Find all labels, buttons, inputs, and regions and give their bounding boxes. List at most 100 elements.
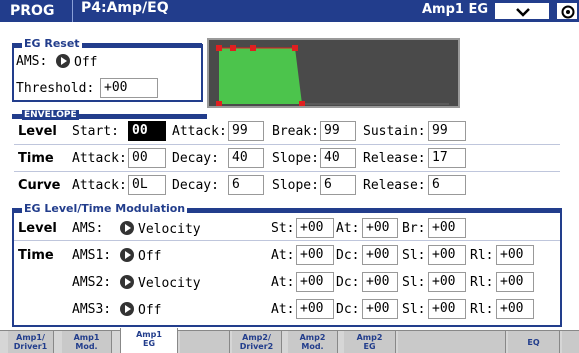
threshold-field[interactable]: +00 <box>100 78 158 98</box>
start-point <box>216 45 222 51</box>
tab-amp2-driver2[interactable]: Amp2/ Driver2 <box>232 331 282 353</box>
mod-level-row-label: Level <box>18 221 57 236</box>
envelope-graph <box>207 38 460 108</box>
ams3-value[interactable]: Off <box>120 302 161 319</box>
ams2-label: AMS2: <box>72 275 112 290</box>
utility-button[interactable] <box>555 1 579 21</box>
tab-amp1-eg[interactable]: Amp1 EG <box>120 328 178 353</box>
mod-level-br-field[interactable]: +00 <box>428 218 466 238</box>
ams2-at-field[interactable]: +00 <box>296 272 334 292</box>
tab-empty-3[interactable] <box>562 331 579 353</box>
ams2-dc-label: Dc: <box>336 275 360 290</box>
curve-slope-field[interactable]: 6 <box>320 175 356 195</box>
time-attack-field[interactable]: 00 <box>128 148 166 168</box>
title-bar: PROG P4:Amp/EQ Amp1 EG <box>0 0 579 22</box>
tab-amp1-mod[interactable]: Amp1 Mod. <box>62 331 112 353</box>
mod-level-st-field[interactable]: +00 <box>296 218 334 238</box>
page-tabs: Amp1/ Driver1 Amp1 Mod. Amp1 EG Amp2/ Dr… <box>0 328 579 353</box>
curve-attack-label: Attack: <box>72 178 127 193</box>
break-point <box>250 45 256 51</box>
envelope-header: ENVELOPE <box>12 110 207 121</box>
envelope-graph-svg <box>216 45 449 107</box>
divider <box>14 240 560 241</box>
level-start-field[interactable]: 00 <box>128 121 166 141</box>
time-release-label: Release: <box>363 151 426 166</box>
level-break-field[interactable]: 99 <box>320 121 356 141</box>
level-sustain-field[interactable]: 99 <box>428 121 466 141</box>
popup-arrow-icon <box>56 54 70 68</box>
ams2-sl-field[interactable]: +00 <box>428 272 466 292</box>
tab-empty-1[interactable] <box>180 331 230 353</box>
ams3-sl-field[interactable]: +00 <box>428 299 466 319</box>
page-title: P4:Amp/EQ <box>72 0 169 22</box>
ams2-sl-label: Sl: <box>402 275 426 290</box>
curve-decay-field[interactable]: 6 <box>228 175 264 195</box>
level-attack-field[interactable]: 99 <box>228 121 264 141</box>
time-slope-label: Slope: <box>272 151 319 166</box>
origin-point <box>216 101 222 107</box>
mod-level-at-field[interactable]: +00 <box>362 218 398 238</box>
threshold-label: Threshold: <box>16 81 95 96</box>
tab-amp1-driver1[interactable]: Amp1/ Driver1 <box>8 331 54 353</box>
ams2-dc-field[interactable]: +00 <box>362 272 398 292</box>
eg-reset-ams-value[interactable]: Off <box>56 54 97 71</box>
ams3-dc-field[interactable]: +00 <box>362 299 398 319</box>
mode-button[interactable]: PROG <box>4 2 60 20</box>
attack-point <box>230 45 236 51</box>
ams3-at-field[interactable]: +00 <box>296 299 334 319</box>
tab-amp2-mod[interactable]: Amp2 Mod. <box>288 331 338 353</box>
ams1-rl-label: Rl: <box>470 248 494 263</box>
gear-icon <box>561 5 575 19</box>
divider <box>14 144 560 145</box>
popup-arrow-icon <box>120 302 134 316</box>
tab-empty-2[interactable] <box>398 331 506 353</box>
time-attack-label: Attack: <box>72 151 127 166</box>
level-attack-label: Attack: <box>172 124 227 139</box>
tab-amp2-eg[interactable]: Amp2 EG <box>344 331 396 353</box>
curve-release-field[interactable]: 6 <box>428 175 466 195</box>
mod-level-at-label: At: <box>336 221 360 236</box>
level-sustain-label: Sustain: <box>363 124 426 139</box>
ams3-label: AMS3: <box>72 302 112 317</box>
curve-row-label: Curve <box>18 178 61 193</box>
ams1-rl-field[interactable]: +00 <box>496 245 534 265</box>
mod-time-row-label: Time <box>18 248 54 263</box>
ams3-rl-field[interactable]: +00 <box>496 299 534 319</box>
popup-arrow-icon <box>120 275 134 289</box>
mod-level-ams-value[interactable]: Velocity <box>120 221 201 238</box>
ams2-rl-field[interactable]: +00 <box>496 272 534 292</box>
ams2-at-label: At: <box>271 275 295 290</box>
ams1-dc-label: Dc: <box>336 248 360 263</box>
time-decay-field[interactable]: 40 <box>228 148 264 168</box>
ams2-value[interactable]: Velocity <box>120 275 201 292</box>
ams1-value[interactable]: Off <box>120 248 161 265</box>
ams1-sl-label: Sl: <box>402 248 426 263</box>
level-start-label: Start: <box>72 124 119 139</box>
ams3-rl-label: Rl: <box>470 302 494 317</box>
curve-decay-label: Decay: <box>172 178 219 193</box>
ams3-dc-label: Dc: <box>336 302 360 317</box>
ams2-rl-label: Rl: <box>470 275 494 290</box>
curve-release-label: Release: <box>363 178 426 193</box>
eg-reset-ams-label: AMS: <box>16 54 48 69</box>
chevron-down-icon <box>516 8 530 17</box>
page-menu-label[interactable]: Amp1 EG <box>416 2 490 20</box>
mod-level-br-label: Br: <box>402 221 426 236</box>
sustain-point <box>292 45 298 51</box>
level-row-label: Level <box>18 124 57 139</box>
page-menu-dropdown[interactable] <box>493 1 551 21</box>
ams1-sl-field[interactable]: +00 <box>428 245 466 265</box>
release-point <box>299 101 305 107</box>
tab-eq[interactable]: EQ <box>508 331 560 353</box>
divider <box>14 171 560 172</box>
ams1-dc-field[interactable]: +00 <box>362 245 398 265</box>
ams1-at-label: At: <box>271 248 295 263</box>
time-slope-field[interactable]: 40 <box>320 148 356 168</box>
time-row-label: Time <box>18 151 54 166</box>
ams3-sl-label: Sl: <box>402 302 426 317</box>
ams1-at-field[interactable]: +00 <box>296 245 334 265</box>
curve-attack-field[interactable]: 0L <box>128 175 166 195</box>
time-release-field[interactable]: 17 <box>428 148 466 168</box>
mod-level-ams-label: AMS: <box>72 221 104 236</box>
curve-slope-label: Slope: <box>272 178 319 193</box>
